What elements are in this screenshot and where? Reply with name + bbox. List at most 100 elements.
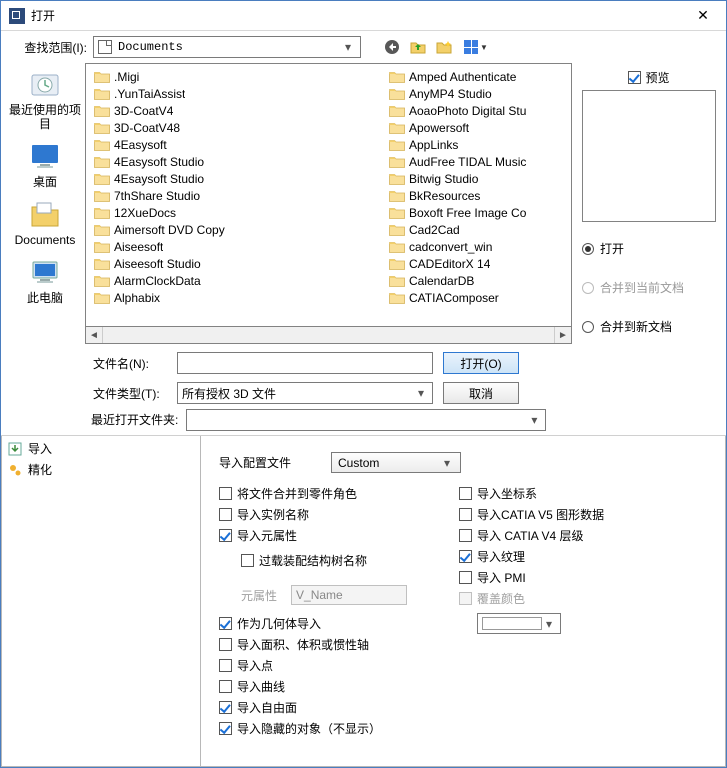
file-item[interactable]: AudFree TIDAL Music <box>385 153 555 170</box>
folder-icon <box>389 87 405 100</box>
file-item[interactable]: 4Easysoft Studio <box>90 153 385 170</box>
views-icon <box>464 40 478 54</box>
file-item[interactable]: 3D-CoatV4 <box>90 102 385 119</box>
place-desktop[interactable]: 桌面 <box>28 141 62 189</box>
back-button[interactable] <box>381 36 403 58</box>
close-button[interactable]: ✕ <box>688 6 718 26</box>
file-item[interactable]: Cad2Cad <box>385 221 555 238</box>
up-one-level-button[interactable] <box>407 36 429 58</box>
place-documents[interactable]: Documents <box>15 199 76 247</box>
chk-overload-tree[interactable]: 过载装配结构树名称 <box>241 552 407 569</box>
sidebar-item-refine[interactable]: 精化 <box>2 459 200 480</box>
titlebar: 打开 ✕ <box>1 1 726 31</box>
file-item[interactable]: .Migi <box>90 68 385 85</box>
file-item[interactable]: CalendarDB <box>385 272 555 289</box>
file-item[interactable]: .YunTaiAssist <box>90 85 385 102</box>
filetype-combo[interactable]: 所有授权 3D 文件 ▾ <box>177 382 433 404</box>
file-item[interactable]: 3D-CoatV48 <box>90 119 385 136</box>
scroll-left-button[interactable]: ◄ <box>86 327 103 343</box>
folder-icon <box>389 291 405 304</box>
views-menu-button[interactable]: ▼ <box>459 36 493 58</box>
chk-freeform[interactable]: 导入自由面 <box>219 699 407 716</box>
folder-icon <box>94 155 110 168</box>
chk-catia-v5[interactable]: 导入CATIA V5 图形数据 <box>459 506 604 523</box>
file-item[interactable]: 4Easysoft <box>90 136 385 153</box>
filename-input[interactable] <box>177 352 433 374</box>
file-item[interactable]: AlarmClockData <box>90 272 385 289</box>
file-item[interactable]: AppLinks <box>385 136 555 153</box>
lookin-combo[interactable]: Documents ▾ <box>93 36 361 58</box>
chk-instance-name[interactable]: 导入实例名称 <box>219 506 407 523</box>
file-label: AnyMP4 Studio <box>409 87 492 101</box>
chk-hidden[interactable]: 导入隐藏的对象（不显示） <box>219 720 407 737</box>
file-label: 4Easysoft Studio <box>114 155 204 169</box>
file-item[interactable]: Aiseesoft Studio <box>90 255 385 272</box>
radio-merge-current: 合并到当前文档 <box>582 279 716 296</box>
chevron-down-icon: ▾ <box>340 40 356 54</box>
file-label: Apowersoft <box>409 121 469 135</box>
config-combo[interactable]: Custom ▾ <box>331 452 461 473</box>
file-item[interactable]: 7thShare Studio <box>90 187 385 204</box>
cancel-button[interactable]: 取消 <box>443 382 519 404</box>
file-item[interactable]: Alphabix <box>90 289 385 306</box>
sidebar-item-label: 导入 <box>28 440 52 457</box>
file-list[interactable]: .Migi.YunTaiAssist3D-CoatV43D-CoatV48 4Ea… <box>85 63 572 327</box>
file-label: CATIAComposer <box>409 291 499 305</box>
file-item[interactable]: Aiseesoft <box>90 238 385 255</box>
chevron-down-icon: ▾ <box>542 617 556 631</box>
chk-area-volume[interactable]: 导入面积、体积或惯性轴 <box>219 636 407 653</box>
file-item[interactable]: Apowersoft <box>385 119 555 136</box>
folder-icon <box>94 189 110 202</box>
chk-coord-system[interactable]: 导入坐标系 <box>459 485 604 502</box>
sidebar-item-import[interactable]: 导入 <box>2 438 200 459</box>
file-item[interactable]: Boxoft Free Image Co <box>385 204 555 221</box>
open-button[interactable]: 打开(O) <box>443 352 519 374</box>
right-panel: 预览 打开 合并到当前文档 合并到新文档 <box>572 63 726 404</box>
file-item[interactable]: CATIAComposer <box>385 289 555 306</box>
file-label: CalendarDB <box>409 274 474 288</box>
folder-icon <box>389 240 405 253</box>
place-thispc[interactable]: 此电脑 <box>27 257 63 305</box>
scroll-right-button[interactable]: ► <box>554 327 571 343</box>
file-label: 4Easysoft <box>114 138 167 152</box>
file-item[interactable]: Aimersoft DVD Copy <box>90 221 385 238</box>
recent-folder-combo[interactable]: ▾ <box>186 409 546 431</box>
chk-merge-parts[interactable]: 将文件合并到零件角色 <box>219 485 407 502</box>
file-item[interactable]: Bitwig Studio <box>385 170 555 187</box>
radio-open[interactable]: 打开 <box>582 240 716 257</box>
settings-right-column: 导入坐标系 导入CATIA V5 图形数据 导入 CATIA V4 层级 导入纹… <box>459 485 604 737</box>
chk-catia-v4[interactable]: 导入 CATIA V4 层级 <box>459 527 604 544</box>
color-swatch <box>482 617 542 630</box>
file-item[interactable]: Amped Authenticate <box>385 68 555 85</box>
file-item[interactable]: 4Esaysoft Studio <box>90 170 385 187</box>
filetype-value: 所有授权 3D 文件 <box>182 385 414 402</box>
app-icon <box>9 8 25 24</box>
new-folder-button[interactable] <box>433 36 455 58</box>
file-label: AoaoPhoto Digital Stu <box>409 104 526 118</box>
file-item[interactable]: AoaoPhoto Digital Stu <box>385 102 555 119</box>
file-item[interactable]: CADEditorX 14 <box>385 255 555 272</box>
chk-texture[interactable]: 导入纹理 <box>459 548 604 565</box>
radio-merge-new[interactable]: 合并到新文档 <box>582 318 716 335</box>
checkbox-icon <box>628 71 641 84</box>
chk-curves[interactable]: 导入曲线 <box>219 678 407 695</box>
file-label: 7thShare Studio <box>114 189 200 203</box>
folder-icon <box>94 172 110 185</box>
file-item[interactable]: 12XueDocs <box>90 204 385 221</box>
chk-points[interactable]: 导入点 <box>219 657 407 674</box>
places-bar: 最近使用的项目 桌面 Documents 此电脑 <box>5 63 85 404</box>
chk-as-geometry[interactable]: 作为几何体导入 <box>219 615 407 632</box>
chk-pmi[interactable]: 导入 PMI <box>459 569 604 586</box>
folder-icon <box>94 121 110 134</box>
horizontal-scrollbar[interactable]: ◄ ► <box>85 327 572 344</box>
place-recent[interactable]: 最近使用的项目 <box>5 69 85 131</box>
preview-checkbox[interactable]: 预览 <box>582 69 716 86</box>
override-color-combo[interactable]: ▾ <box>477 613 561 634</box>
metadata-attr-row: 元属性 <box>241 585 407 605</box>
file-item[interactable]: cadconvert_win <box>385 238 555 255</box>
file-item[interactable]: AnyMP4 Studio <box>385 85 555 102</box>
file-label: AlarmClockData <box>114 274 201 288</box>
folder-icon <box>389 138 405 151</box>
file-item[interactable]: BkResources <box>385 187 555 204</box>
chk-metadata[interactable]: 导入元属性 <box>219 527 407 544</box>
